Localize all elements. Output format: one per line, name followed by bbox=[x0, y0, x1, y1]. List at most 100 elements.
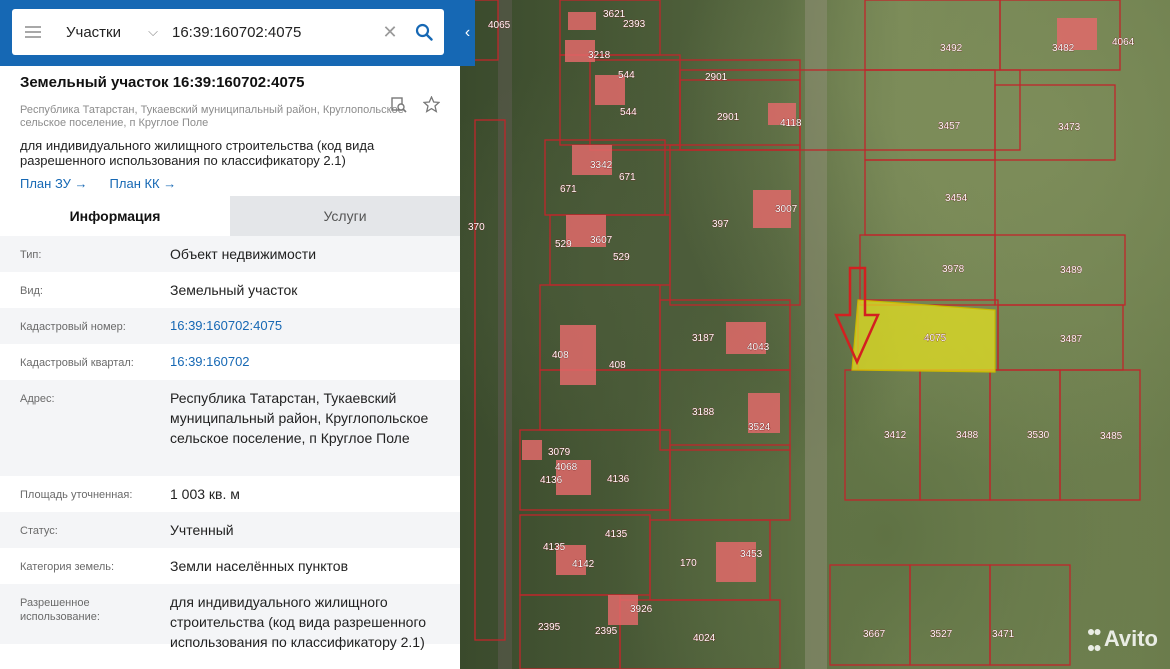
plot-number-label: 529 bbox=[613, 252, 630, 263]
parcel-boundary bbox=[989, 369, 1061, 501]
search-icon[interactable] bbox=[404, 23, 444, 41]
parcel-boundary bbox=[989, 564, 1071, 666]
plan-zu-link[interactable]: План ЗУ → bbox=[20, 176, 88, 191]
tab-services[interactable]: Услуги bbox=[230, 196, 460, 236]
house-roof bbox=[716, 542, 756, 582]
plot-header: Земельный участок 16:39:160702:4075 Респ… bbox=[0, 66, 460, 191]
plot-title: Земельный участок 16:39:160702:4075 bbox=[20, 74, 305, 91]
info-panel: Земельный участок 16:39:160702:4075 Респ… bbox=[0, 0, 460, 669]
menu-icon[interactable] bbox=[12, 26, 54, 38]
plot-number-label: 4065 bbox=[488, 20, 511, 31]
plot-number-label: 4135 bbox=[543, 542, 566, 553]
plan-kk-link[interactable]: План КК → bbox=[110, 176, 177, 191]
plan-links: План ЗУ → План КК → bbox=[20, 176, 440, 191]
plot-number-label: 3527 bbox=[930, 629, 953, 640]
plot-number-label: 2393 bbox=[623, 19, 646, 30]
info-key: Вид: bbox=[20, 285, 43, 297]
layer-select[interactable]: Участки ⌵ bbox=[54, 24, 166, 41]
plot-number-label: 4043 bbox=[747, 342, 770, 353]
plot-number-label: 4136 bbox=[607, 474, 630, 485]
house-roof bbox=[522, 440, 542, 460]
info-value: Объект недвижимости bbox=[170, 246, 317, 262]
parcel-boundary bbox=[829, 564, 911, 666]
parcel-boundary bbox=[859, 234, 996, 306]
parcel-boundary bbox=[539, 369, 661, 431]
tab-information[interactable]: Информация bbox=[0, 196, 230, 236]
plot-number-label: 3473 bbox=[1058, 122, 1081, 133]
info-row: Тип: Объект недвижимости bbox=[0, 236, 460, 272]
plot-number-label: 2901 bbox=[705, 72, 728, 83]
favorite-star-icon[interactable] bbox=[422, 95, 441, 117]
plot-number-label: 4024 bbox=[693, 633, 716, 644]
plot-number-label: 4135 bbox=[605, 529, 628, 540]
info-row: Адрес: Республика Татарстан, Тукаевский м… bbox=[0, 380, 460, 476]
plot-number-label: 3607 bbox=[590, 235, 613, 246]
info-value: Земельный участок bbox=[170, 282, 298, 298]
panel-tabs: Информация Услуги bbox=[0, 196, 460, 236]
search-bar: Участки ⌵ 16:39:160702:4075 ✕ bbox=[0, 0, 475, 66]
plot-number-label: 3926 bbox=[630, 604, 653, 615]
info-value: Учтенный bbox=[170, 522, 234, 538]
plot-number-label: 3454 bbox=[945, 193, 968, 204]
map-canvas[interactable]: 4065362123933218544 2901544 29014118334267… bbox=[460, 0, 1170, 669]
info-value: для индивидуального жилищного строительс… bbox=[170, 594, 427, 650]
plot-number-label: 408 bbox=[552, 350, 569, 361]
collapse-panel-icon[interactable]: ‹ bbox=[460, 0, 475, 66]
plot-number-label: 4118 bbox=[780, 118, 802, 129]
info-value-link[interactable]: 16:39:160702:4075 bbox=[170, 308, 440, 344]
plot-number-label: 3487 bbox=[1060, 334, 1083, 345]
plot-number-label: 3489 bbox=[1060, 265, 1083, 276]
plot-number-label: 397 bbox=[712, 219, 729, 230]
plot-number-label: 4068 bbox=[555, 462, 578, 473]
clear-icon[interactable]: ✕ bbox=[376, 22, 404, 43]
info-key: Кадастровый номер: bbox=[20, 321, 126, 333]
parcel-boundary bbox=[864, 159, 996, 236]
parcel-boundary bbox=[669, 444, 791, 521]
info-row: Статус: Учтенный bbox=[0, 512, 460, 548]
plot-address-short: Республика Татарстан, Тукаевский муницип… bbox=[20, 104, 404, 129]
info-key: Категория земель: bbox=[20, 561, 115, 573]
search-box: Участки ⌵ 16:39:160702:4075 ✕ bbox=[12, 9, 444, 55]
plot-number-label: 3492 bbox=[940, 43, 963, 54]
info-value: 1 003 кв. м bbox=[170, 486, 240, 502]
plot-number-label: 3079 bbox=[548, 447, 571, 458]
plot-usage: для индивидуального жилищного строительс… bbox=[20, 138, 375, 168]
plot-number-label: 3978 bbox=[942, 264, 965, 275]
plot-number-label: 529 bbox=[555, 239, 572, 250]
document-search-icon[interactable] bbox=[390, 96, 407, 117]
info-key: Тип: bbox=[20, 249, 42, 261]
info-key: Статус: bbox=[20, 525, 58, 537]
chevron-down-icon: ⌵ bbox=[148, 24, 158, 39]
cadastral-map[interactable]: 4065 3621 2393 3218 544 2901 544 2901 4118 3342 67… bbox=[460, 0, 1170, 669]
info-value: Республика Татарстан, Тукаевский муницип… bbox=[170, 390, 429, 446]
plot-number-label: 544 bbox=[620, 107, 637, 118]
plot-number-label: 370 bbox=[468, 222, 485, 233]
plot-number-label: 170 bbox=[680, 558, 697, 569]
info-value-link[interactable]: 16:39:160702 bbox=[170, 344, 440, 380]
avito-logo-icon: ●● ●● bbox=[1086, 623, 1102, 655]
info-row: Вид: Земельный участок bbox=[0, 272, 460, 308]
plot-number-label: 3471 bbox=[992, 629, 1015, 640]
search-input[interactable]: 16:39:160702:4075 bbox=[166, 24, 376, 41]
plot-number-label: 671 bbox=[619, 172, 636, 183]
info-row: Кадастровый квартал: 16:39:160702 bbox=[0, 344, 460, 380]
plot-number-label: 3524 bbox=[748, 422, 771, 433]
parcel-boundary bbox=[679, 69, 1021, 151]
plot-number-label: 4064 bbox=[1112, 37, 1135, 48]
parcel-boundary bbox=[864, 0, 1001, 71]
plot-number-label: 2901 bbox=[717, 112, 740, 123]
plot-number-label: 3453 bbox=[740, 549, 763, 560]
plot-number-label: 3412 bbox=[884, 430, 907, 441]
plot-number-label: 2395 bbox=[538, 622, 561, 633]
plot-number-label: 671 bbox=[560, 184, 577, 195]
parcel-boundary bbox=[919, 369, 991, 501]
parcel-boundary bbox=[909, 564, 991, 666]
parcel-boundary bbox=[994, 84, 1116, 161]
watermark-text: Avito bbox=[1103, 626, 1158, 651]
house-roof bbox=[568, 12, 596, 30]
plot-number-label: 3457 bbox=[938, 121, 961, 132]
parcel-boundary bbox=[659, 299, 791, 371]
plot-number-label: 3007 bbox=[775, 204, 798, 215]
plot-number-label: 3530 bbox=[1027, 430, 1050, 441]
plot-number-label: 2395 bbox=[595, 626, 618, 637]
